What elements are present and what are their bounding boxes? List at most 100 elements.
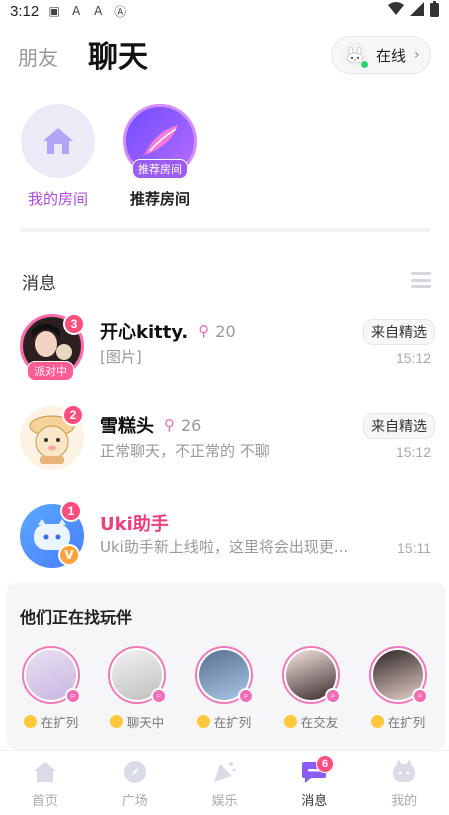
chat-list-item[interactable]: 2 雪糕头 ⚲ 26 正常聊天，不正常的 不聊 来自精选 15:12: [0, 402, 449, 494]
female-gender-icon: ⚲: [198, 322, 210, 340]
nav-label: 娱乐: [211, 794, 238, 809]
gallery-icon: ▣: [48, 4, 60, 18]
search-icon: ⌕: [238, 688, 254, 704]
playmate-status: 在扩列: [196, 712, 251, 731]
find-playmates-panel: 他们正在找玩伴 ⌕ 在扩列 ⌕ 聊天中 ⌕ 在扩列 ⌕ 在交友 ⌕ 在扩列: [6, 582, 446, 750]
source-tag: 来自精选: [363, 319, 435, 345]
unread-badge: 3: [63, 313, 85, 335]
level-badge: ⚲ 20: [198, 322, 235, 341]
avatar: 2: [20, 404, 84, 470]
emoji-icon: [23, 715, 37, 728]
nav-label: 首页: [31, 794, 58, 809]
status-right: [388, 1, 439, 21]
chat-name-row: 雪糕头 ⚲ 26: [100, 412, 201, 438]
emoji-icon: [196, 715, 210, 728]
unread-badge: 2: [62, 404, 84, 426]
playmate-status: 在扩列: [370, 712, 425, 731]
playmate-status: 在交友: [283, 712, 338, 731]
messages-badge: 6: [316, 755, 335, 773]
chat-time: 15:12: [395, 350, 431, 366]
playmate-item[interactable]: ⌕ 在交友: [280, 646, 342, 731]
party-icon: [211, 759, 237, 785]
emoji-icon: [109, 715, 123, 728]
search-icon: ⌕: [325, 688, 341, 704]
online-dot: [360, 60, 369, 69]
playmate-item[interactable]: ⌕ 在扩列: [193, 646, 255, 731]
playmate-item[interactable]: ⌕ 在扩列: [367, 646, 429, 731]
tab-friends[interactable]: 朋友: [18, 42, 58, 71]
recommended-room-tag: 推荐房间: [132, 159, 188, 179]
nav-profile[interactable]: 我的: [359, 751, 449, 815]
avatar: ⌕: [108, 646, 167, 704]
nav-home[interactable]: 首页: [0, 751, 90, 815]
signal-icon: [410, 2, 424, 20]
find-playmates-title: 他们正在找玩伴: [20, 608, 133, 627]
compass-icon: [122, 759, 148, 785]
my-room-button[interactable]: 我的房间: [20, 104, 96, 209]
tab-chat[interactable]: 聊天: [88, 32, 148, 76]
chat-time: 15:11: [397, 540, 431, 556]
online-label: 在线: [376, 46, 407, 65]
recommended-room-label: 推荐房间: [129, 190, 190, 208]
chat-preview: [图片]: [100, 348, 142, 366]
avatar: [342, 42, 369, 69]
emoji-icon: [370, 715, 384, 728]
nav-messages[interactable]: 6 消息: [269, 751, 359, 815]
emoji-icon: [283, 715, 297, 728]
profile-icon: [391, 759, 417, 785]
recommended-room-button[interactable]: 推荐房间 推荐房间: [122, 104, 198, 209]
level-value: 20: [215, 321, 236, 341]
notification-a-box-icon: Ⓐ: [114, 4, 127, 19]
nav-entertainment[interactable]: 娱乐: [180, 751, 270, 815]
chat-name: 雪糕头: [100, 416, 154, 437]
level-value: 26: [181, 415, 202, 435]
chat-list-item[interactable]: 3 派对中 开心kitty. ⚲ 20 [图片] 来自精选 15:12: [0, 310, 449, 402]
party-status-tag: 派对中: [27, 361, 74, 381]
search-icon: ⌕: [412, 688, 428, 704]
verified-v-icon: V: [58, 544, 80, 566]
avatar: ⌕: [195, 646, 254, 704]
online-status-button[interactable]: 在线 ›: [331, 36, 431, 74]
nav-label: 广场: [121, 794, 148, 809]
chat-list-item[interactable]: 1 V Uki助手 Uki助手新上线啦，这里将会出现更... 15:11: [0, 500, 449, 592]
header: 朋友 聊天 在线 ›: [0, 28, 449, 78]
chat-name-row: 开心kitty. ⚲ 20: [100, 318, 236, 344]
playmate-item[interactable]: ⌕ 聊天中: [106, 646, 168, 731]
playmate-status: 聊天中: [109, 712, 164, 731]
playmate-status: 在扩列: [23, 712, 78, 731]
nav-square[interactable]: 广场: [90, 751, 180, 815]
home-icon: [32, 759, 58, 785]
bottom-nav: 首页 广场 娱乐 6 消息 我的: [0, 750, 449, 815]
nav-label: 我的: [391, 794, 418, 809]
menu-icon[interactable]: [411, 272, 431, 288]
chat-name-row: Uki助手: [100, 510, 169, 536]
avatar: ⌕: [282, 646, 341, 704]
avatar: ⌕: [369, 646, 428, 704]
playmate-item[interactable]: ⌕ 在扩列: [20, 646, 82, 731]
chat-preview: 正常聊天，不正常的 不聊: [100, 442, 270, 460]
chat-time: 15:12: [395, 444, 431, 460]
unread-badge: 1: [60, 500, 82, 522]
avatar: 3 派对中: [20, 313, 85, 381]
battery-icon: [430, 1, 439, 21]
my-room-avatar: [21, 104, 95, 178]
messages-title: 消息: [22, 274, 56, 294]
chat-name: 开心kitty.: [100, 322, 189, 343]
rooms-section: 我的房间 推荐房间 推荐房间: [0, 104, 449, 214]
level-badge: ⚲ 26: [164, 416, 201, 435]
female-gender-icon: ⚲: [164, 416, 175, 434]
search-icon: ⌕: [65, 688, 81, 704]
divider: [20, 228, 431, 232]
status-bar: 3:12 ▣ A A Ⓐ: [0, 0, 449, 22]
recommended-room-avatar: 推荐房间: [123, 104, 197, 179]
wifi-icon: [388, 2, 404, 20]
chat-name: Uki助手: [100, 514, 169, 535]
nav-label: 消息: [301, 794, 328, 809]
home-icon: [43, 128, 73, 154]
avatar: 1 V: [20, 500, 84, 568]
notification-a-icon: A: [72, 4, 81, 18]
my-room-label: 我的房间: [27, 190, 88, 208]
chevron-right-icon: ›: [414, 47, 420, 63]
status-time: 3:12: [10, 2, 40, 20]
chat-preview: Uki助手新上线啦，这里将会出现更...: [100, 538, 349, 556]
